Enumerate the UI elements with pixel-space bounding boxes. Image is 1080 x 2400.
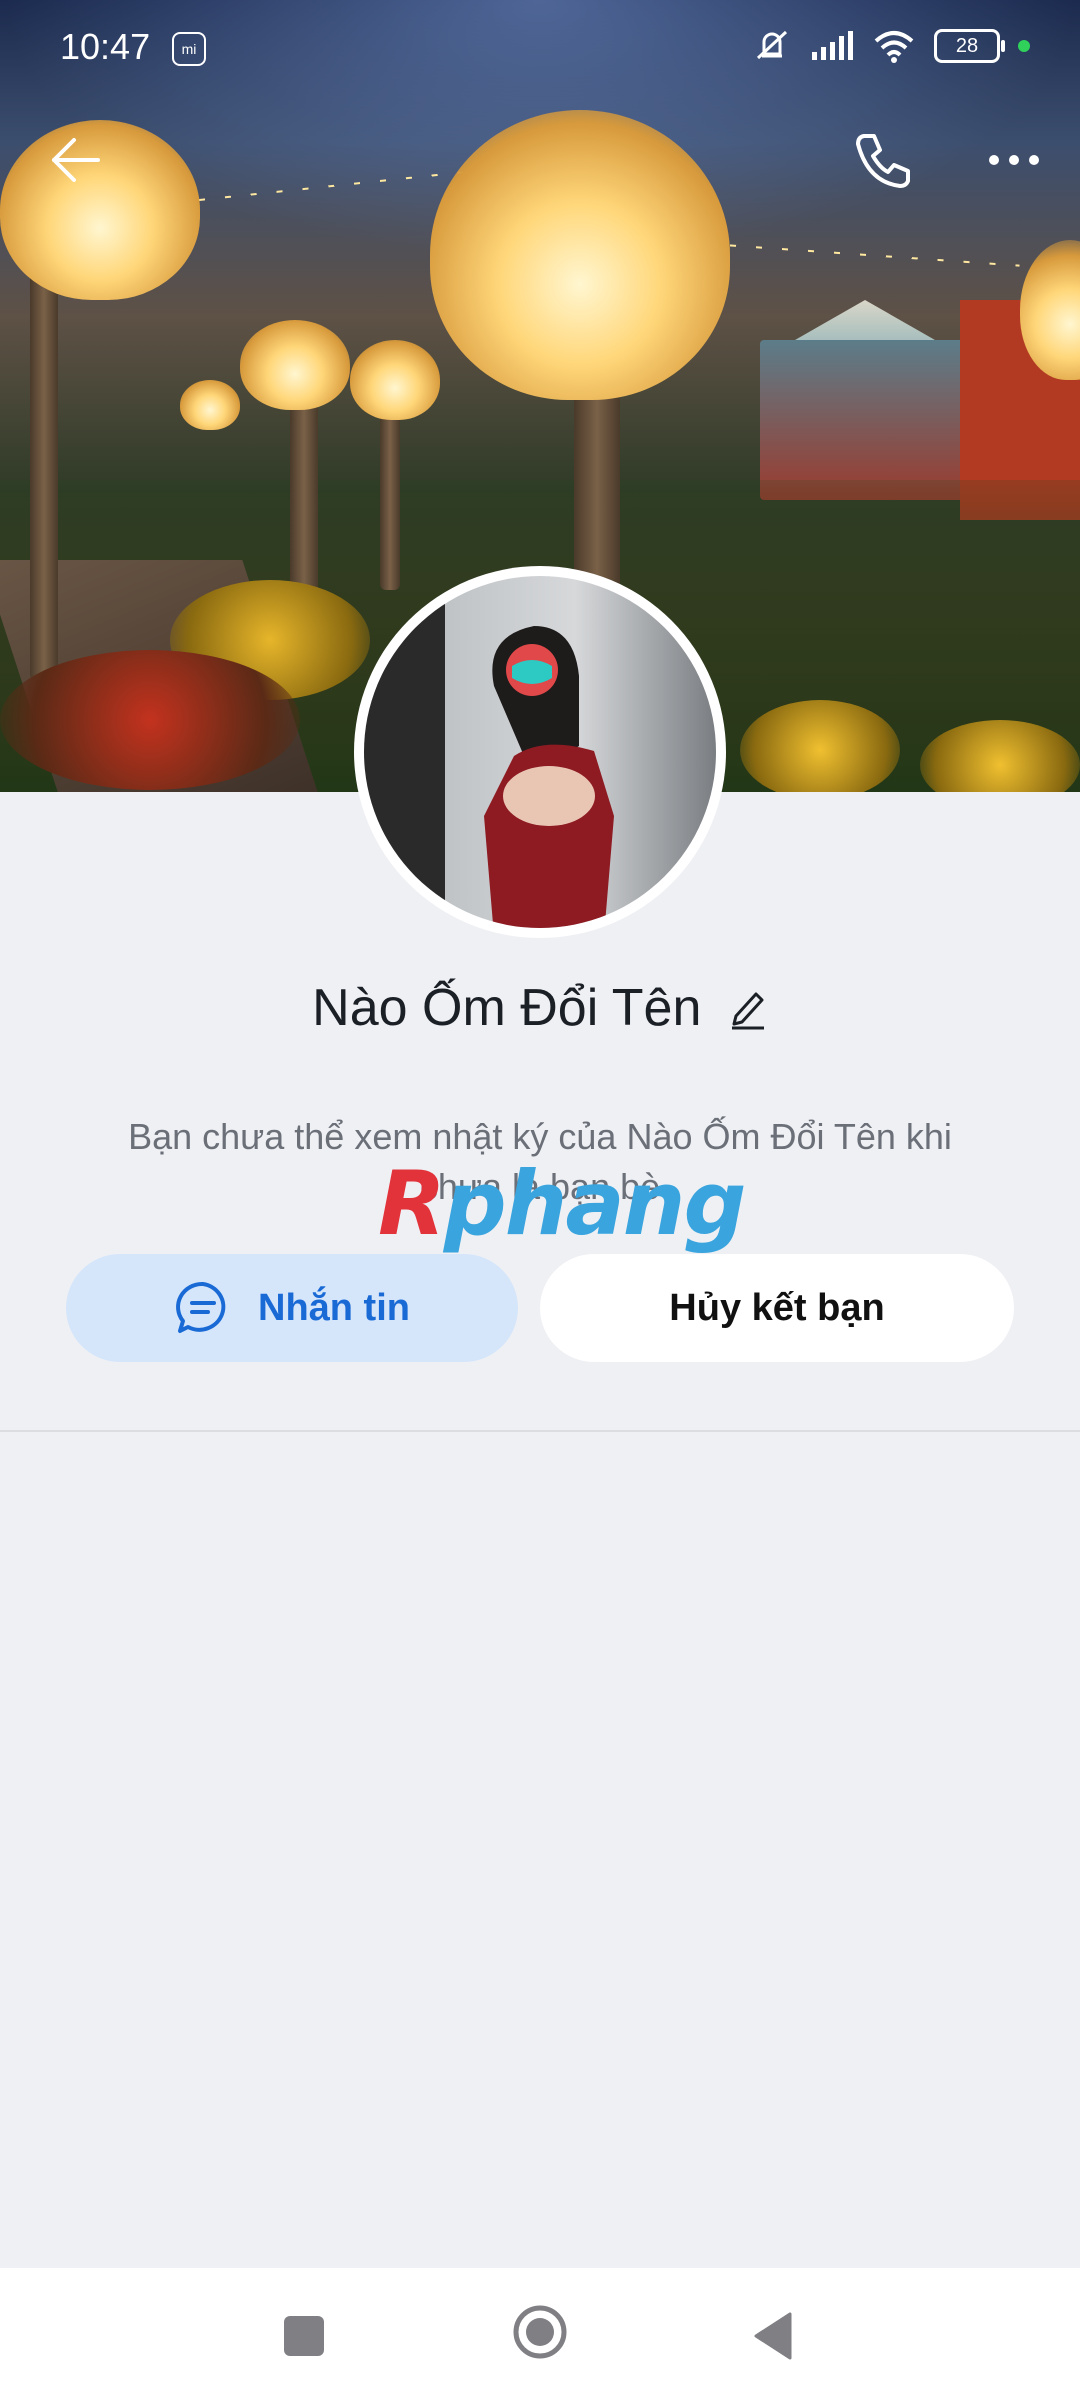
cover-lotus-lamp bbox=[350, 340, 440, 420]
active-dot bbox=[1018, 40, 1030, 52]
message-button-label: Nhắn tin bbox=[258, 1286, 410, 1329]
more-button[interactable] bbox=[974, 120, 1054, 200]
unfriend-button[interactable]: Hủy kết bạn bbox=[540, 1254, 1014, 1362]
recents-square-icon[interactable] bbox=[284, 2316, 324, 2356]
profile-top-nav bbox=[0, 120, 1080, 200]
section-divider bbox=[0, 1430, 1080, 1432]
status-icons: 28 bbox=[752, 28, 1030, 64]
cover-flowers bbox=[0, 650, 300, 790]
signal-icon bbox=[812, 31, 853, 60]
cover-lamp-post bbox=[30, 260, 58, 680]
watermark-part-2: phang bbox=[443, 1152, 747, 1255]
back-button[interactable] bbox=[36, 120, 116, 200]
call-button[interactable] bbox=[842, 120, 922, 200]
avatar-photo bbox=[364, 576, 716, 928]
profile-name-row: Nào Ốm Đổi Tên bbox=[0, 978, 1080, 1038]
avatar[interactable] bbox=[354, 566, 726, 938]
message-button[interactable]: Nhắn tin bbox=[66, 1254, 518, 1362]
system-nav-bar bbox=[0, 2268, 1080, 2400]
cover-house bbox=[760, 340, 970, 500]
more-dots-icon bbox=[989, 155, 1039, 165]
unfriend-button-label: Hủy kết bạn bbox=[669, 1286, 885, 1329]
status-bar: 10:47 mi 28 bbox=[0, 0, 1080, 100]
avatar-person-figure bbox=[484, 626, 614, 928]
home-circle-icon[interactable] bbox=[512, 2304, 568, 2360]
mi-badge-icon: mi bbox=[172, 32, 206, 66]
pencil-icon[interactable] bbox=[728, 986, 768, 1030]
back-triangle-icon[interactable] bbox=[752, 2312, 792, 2360]
chat-bubble-icon bbox=[176, 1281, 226, 1333]
cover-lotus-lamp bbox=[180, 380, 240, 430]
mute-icon bbox=[756, 30, 788, 60]
arrow-left-icon bbox=[52, 138, 100, 182]
cover-lotus-lamp bbox=[240, 320, 350, 410]
watermark-logo: Rphang bbox=[378, 1152, 747, 1255]
watermark-part-1: R bbox=[378, 1152, 446, 1255]
wifi-icon bbox=[874, 31, 914, 63]
profile-name: Nào Ốm Đổi Tên bbox=[312, 979, 702, 1037]
battery-icon: 28 bbox=[934, 29, 1005, 63]
cover-lamp-post bbox=[380, 390, 400, 590]
cover-flowers bbox=[740, 700, 900, 792]
status-time: 10:47 bbox=[60, 26, 151, 67]
phone-icon bbox=[856, 134, 910, 188]
